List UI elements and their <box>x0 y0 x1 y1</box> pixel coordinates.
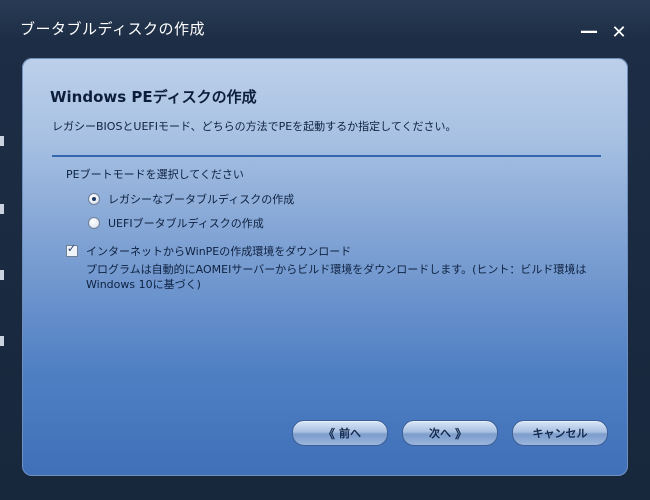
minimize-icon[interactable]: — <box>578 22 600 44</box>
radio-legacy-option[interactable]: レガシーなブータブルディスクの作成 <box>88 190 294 208</box>
download-winpe-option[interactable]: インターネットからWinPEの作成環境をダウンロード <box>66 242 351 259</box>
radio-uefi-label[interactable]: UEFIブータブルディスクの作成 <box>108 215 264 231</box>
dialog-window: ブータブルディスクの作成 — ✕ Windows PEディスクの作成 レガシーB… <box>0 0 650 500</box>
window-title: ブータブルディスクの作成 <box>20 20 205 38</box>
download-winpe-label[interactable]: インターネットからWinPEの作成環境をダウンロード <box>86 243 351 259</box>
background-edge-mark <box>0 270 4 280</box>
cancel-button[interactable]: キャンセル <box>512 420 608 446</box>
next-button-label: 次へ <box>428 427 451 440</box>
cancel-button-label: キャンセル <box>532 427 588 440</box>
divider <box>52 155 601 157</box>
page-title: Windows PEディスクの作成 <box>50 88 257 106</box>
back-chevron-icon: 《 <box>322 426 335 441</box>
download-winpe-checkbox[interactable] <box>66 242 78 257</box>
close-icon[interactable]: ✕ <box>608 22 630 44</box>
back-button-label: 前へ <box>339 427 361 440</box>
radio-legacy-button[interactable] <box>88 193 100 205</box>
radio-uefi-button[interactable] <box>88 217 100 229</box>
download-description: プログラムは自動的にAOMEIサーバーからビルド環境をダウンロードします。(ヒン… <box>86 263 587 291</box>
back-button[interactable]: 《 前へ <box>292 420 388 446</box>
boot-mode-label: PEブートモードを選択してください <box>66 168 244 181</box>
background-edge-mark <box>0 136 4 146</box>
background-edge-mark <box>0 336 4 346</box>
content-panel: Windows PEディスクの作成 レガシーBIOSとUEFIモード、どちらの方… <box>22 58 628 476</box>
next-chevron-icon: 》 <box>454 426 467 441</box>
next-button[interactable]: 次へ 》 <box>402 420 498 446</box>
background-edge-mark <box>0 204 4 214</box>
title-bar[interactable]: ブータブルディスクの作成 — ✕ <box>0 0 650 56</box>
radio-uefi-option[interactable]: UEFIブータブルディスクの作成 <box>88 214 264 232</box>
page-description: レガシーBIOSとUEFIモード、どちらの方法でPEを起動するか指定してください… <box>52 120 457 133</box>
radio-legacy-label[interactable]: レガシーなブータブルディスクの作成 <box>108 191 294 207</box>
